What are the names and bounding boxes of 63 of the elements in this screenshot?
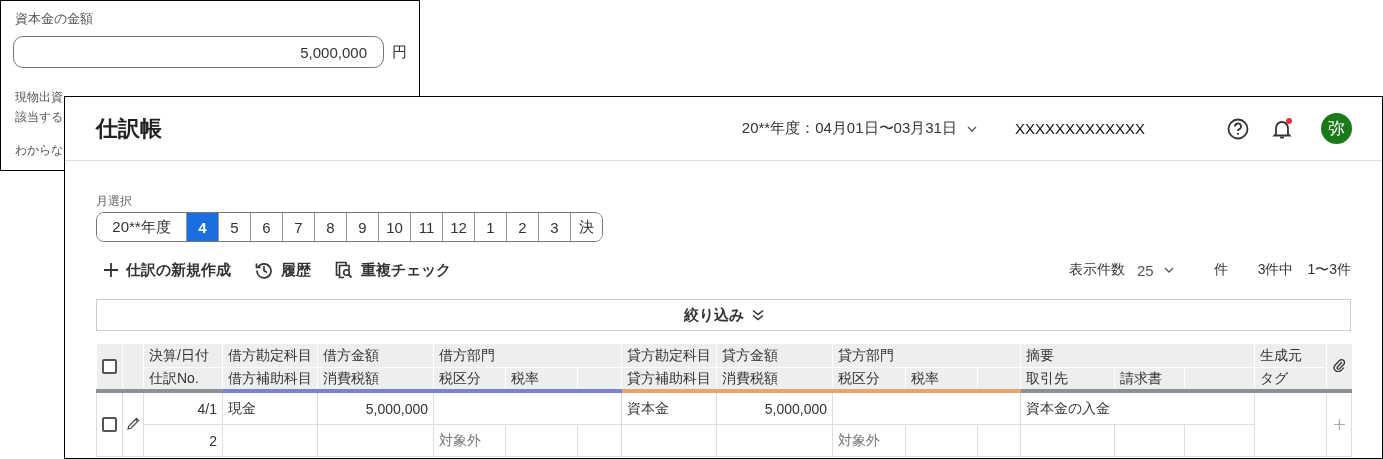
account-cell: 資本金: [621, 391, 717, 425]
user-avatar[interactable]: 弥: [1321, 113, 1352, 144]
tax-category-cell: 対象外: [832, 424, 906, 457]
column-header: 生成元: [1254, 344, 1327, 368]
pencil-icon[interactable]: [126, 416, 140, 430]
column-header: 貸方補助科目: [621, 367, 717, 391]
column-header: 仕訳No.: [143, 367, 223, 391]
company-name: XXXXXXXXXXXXX: [1014, 120, 1145, 137]
column-header: 取引先: [1020, 367, 1115, 391]
filter-toggle[interactable]: 絞り込み: [96, 299, 1351, 331]
month-tab[interactable]: 4: [186, 213, 218, 241]
per-page-select[interactable]: 25: [1136, 261, 1174, 279]
column-header: 税率: [905, 367, 978, 391]
column-header: タグ: [1254, 367, 1327, 391]
column-header: 摘要: [1020, 344, 1255, 368]
action-button[interactable]: 重複チェック: [327, 260, 459, 280]
unit-label: 円: [392, 42, 407, 62]
help-icon[interactable]: [1227, 117, 1249, 140]
range-label: 1〜3件: [1307, 261, 1351, 279]
description-cell: 資本金の入金: [1020, 391, 1255, 425]
column-header: 借方補助科目: [222, 367, 318, 391]
column-header: 貸方金額: [716, 344, 833, 368]
column-header: 貸方部門: [832, 344, 1021, 368]
action-button[interactable]: 履歴: [247, 260, 319, 280]
chevron-down-icon: [1163, 267, 1174, 273]
month-tab[interactable]: 決: [570, 213, 602, 241]
column-header: 税率: [505, 367, 578, 391]
tax-category-cell: 対象外: [433, 424, 506, 457]
field-label: 資本金の金額: [15, 10, 93, 28]
account-cell: 現金: [222, 391, 318, 425]
unit-label: 件: [1213, 261, 1228, 279]
column-header: 税区分: [433, 367, 506, 391]
page-title: 仕訳帳: [96, 114, 162, 143]
chevron-down-icon: [966, 125, 977, 132]
action-button[interactable]: 仕訳の新規作成: [96, 260, 239, 280]
amount-cell: 5,000,000: [317, 391, 434, 425]
column-header: 貸方勘定科目: [621, 344, 717, 368]
column-header: 借方勘定科目: [222, 344, 318, 368]
checkbox[interactable]: [102, 417, 117, 432]
amount-cell: 5,000,000: [716, 391, 833, 425]
column-header: 借方金額: [317, 344, 434, 368]
period-selector[interactable]: 20**年度：04月01日〜03月31日: [741, 119, 977, 138]
column-header: 消費税額: [716, 367, 833, 391]
checkbox[interactable]: [102, 359, 117, 374]
entry-number-cell: 2: [143, 424, 223, 457]
column-header: 請求書: [1114, 367, 1185, 391]
month-select-label: 月選択: [96, 193, 132, 210]
column-header: 借方部門: [433, 344, 622, 368]
note-text: 該当する: [15, 109, 63, 126]
per-page-label: 表示件数: [1068, 261, 1125, 279]
double-chevron-icon: [751, 309, 764, 321]
total-count: 3件中: [1257, 261, 1294, 279]
note-text: わからな: [15, 142, 63, 159]
column-header: 消費税額: [317, 367, 434, 391]
paperclip-icon: [1333, 358, 1346, 372]
note-text: 現物出資: [15, 89, 63, 106]
date-cell: 4/1: [143, 391, 223, 425]
plus-icon: [104, 263, 118, 277]
document-search-icon: [335, 261, 353, 279]
column-header: 決算/日付: [143, 344, 223, 368]
history-icon: [255, 261, 273, 279]
column-header: 税区分: [832, 367, 906, 391]
amount-field[interactable]: 5,000,000: [13, 36, 384, 68]
